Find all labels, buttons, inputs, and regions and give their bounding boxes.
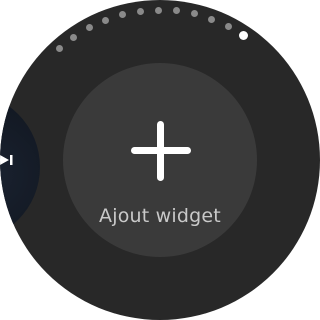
page-dot [85,24,93,32]
watch-face: Ajout widget [0,0,320,320]
add-widget-label: Ajout widget [99,205,221,227]
page-dot [172,7,180,15]
page-dot [119,11,127,19]
previous-widget-preview[interactable] [0,92,40,242]
page-dot [154,6,162,14]
page-dot [190,10,198,18]
page-dot [102,16,109,24]
plus-icon [131,121,191,181]
page-dot [70,33,78,41]
page-dot [208,15,216,23]
page-dot-active [239,30,249,40]
media-control-icon [0,155,13,165]
watch-screen: Ajout widget [0,0,320,320]
page-dot [224,22,232,30]
page-indicator [0,0,320,53]
page-dot [56,45,64,53]
page-dot [136,7,144,15]
add-widget-button[interactable]: Ajout widget [63,63,257,257]
